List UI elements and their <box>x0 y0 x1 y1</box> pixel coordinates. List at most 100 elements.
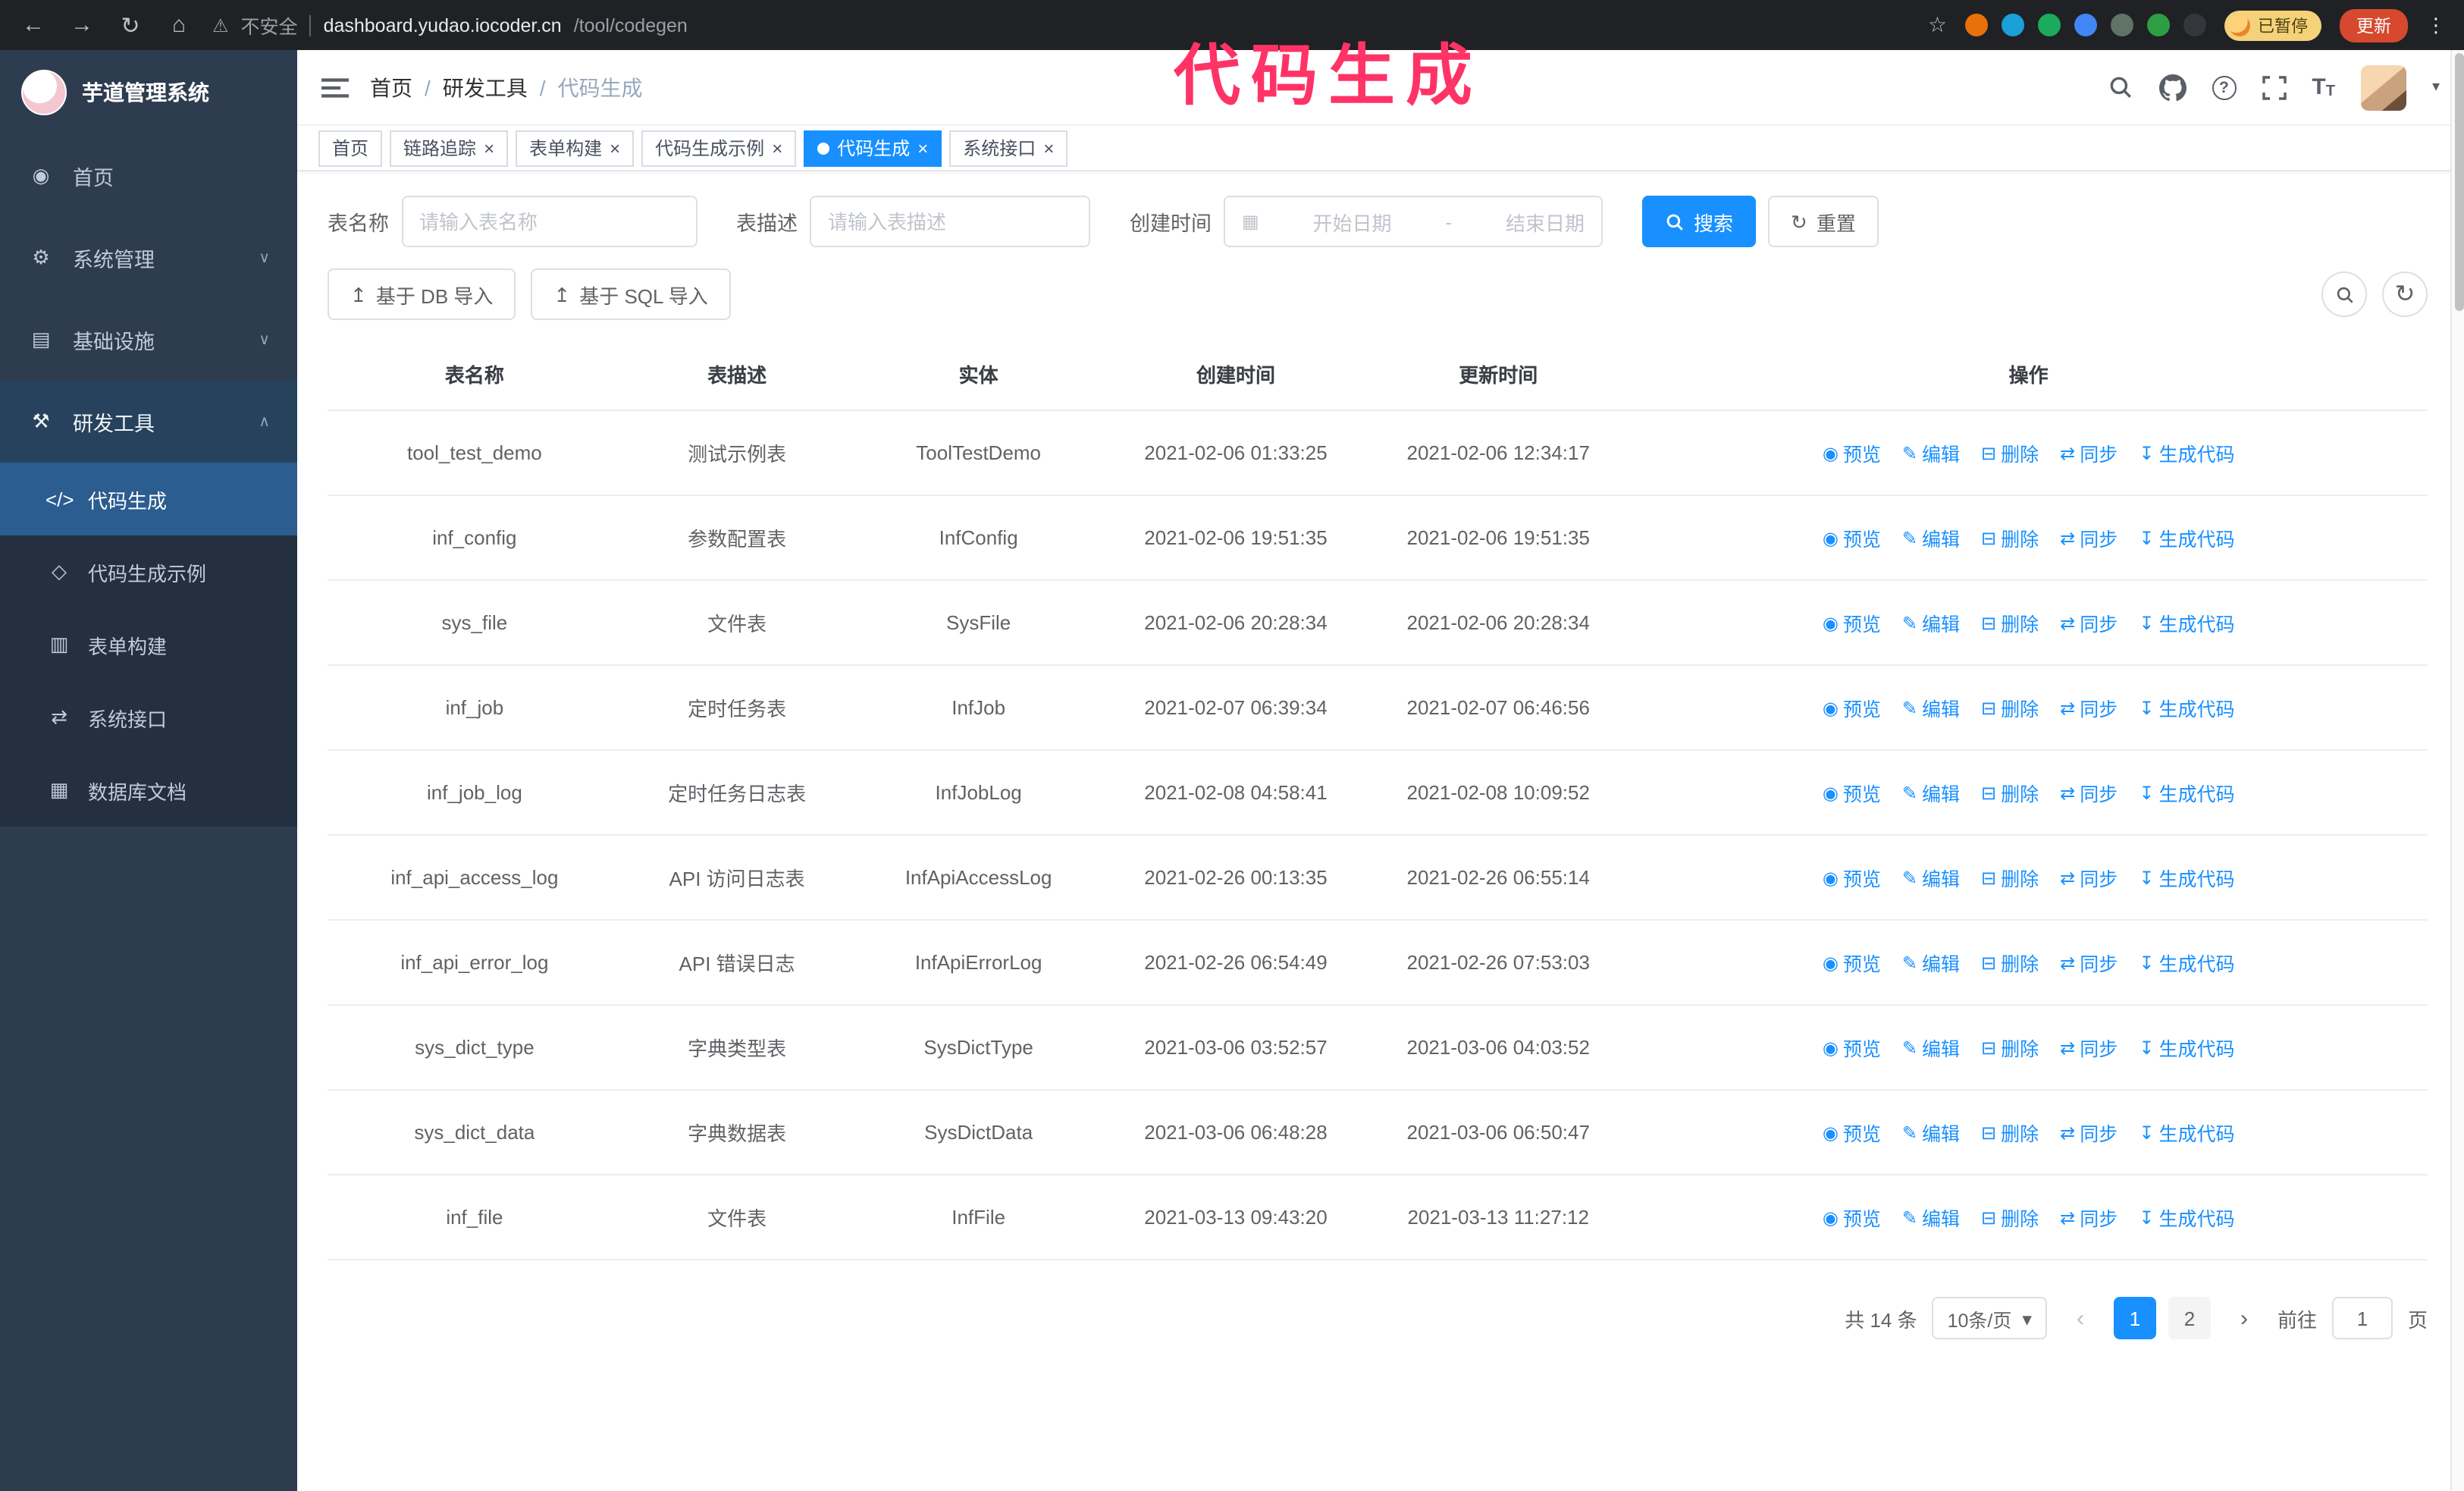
edit-link[interactable]: ✎ 编辑 <box>1902 1033 1960 1062</box>
extension-icon[interactable] <box>2111 14 2133 36</box>
preview-link[interactable]: ◉ 预览 <box>1823 693 1881 722</box>
chrome-update-button[interactable]: 更新 <box>2340 8 2408 42</box>
generate-link[interactable]: ↧ 生成代码 <box>2139 1118 2234 1147</box>
close-icon[interactable]: × <box>772 139 782 157</box>
sync-link[interactable]: ⇄ 同步 <box>2060 948 2118 977</box>
edit-link[interactable]: ✎ 编辑 <box>1902 438 1960 467</box>
font-size-icon[interactable]: TT <box>2312 74 2335 100</box>
help-icon[interactable]: ? <box>2212 75 2237 99</box>
edit-link[interactable]: ✎ 编辑 <box>1902 523 1960 552</box>
preview-link[interactable]: ◉ 预览 <box>1823 948 1881 977</box>
address-bar[interactable]: ⚠ 不安全 dashboard.yudao.iocoder.cn/tool/co… <box>212 11 1910 39</box>
edit-link[interactable]: ✎ 编辑 <box>1902 948 1960 977</box>
breadcrumb-item[interactable]: 首页 <box>370 72 412 102</box>
generate-link[interactable]: ↧ 生成代码 <box>2139 778 2234 807</box>
edit-link[interactable]: ✎ 编辑 <box>1902 693 1960 722</box>
preview-link[interactable]: ◉ 预览 <box>1823 608 1881 637</box>
extension-icon[interactable] <box>1965 14 1988 36</box>
table-refresh-button[interactable]: ↻ <box>2382 272 2428 317</box>
bookmark-star-icon[interactable]: ☆ <box>1928 12 1947 38</box>
delete-link[interactable]: ⊟ 删除 <box>1981 608 2039 637</box>
forward-button[interactable]: → <box>67 10 97 40</box>
delete-link[interactable]: ⊟ 删除 <box>1981 863 2039 892</box>
preview-link[interactable]: ◉ 预览 <box>1823 438 1881 467</box>
preview-link[interactable]: ◉ 预览 <box>1823 778 1881 807</box>
tab-tracing[interactable]: 链路追踪 × <box>390 130 509 166</box>
generate-link[interactable]: ↧ 生成代码 <box>2139 1203 2234 1232</box>
preview-link[interactable]: ◉ 预览 <box>1823 1203 1881 1232</box>
reload-button[interactable]: ↻ <box>115 10 146 40</box>
edit-link[interactable]: ✎ 编辑 <box>1902 1203 1960 1232</box>
tab-codegen[interactable]: 代码生成 × <box>804 130 942 166</box>
chrome-menu-icon[interactable]: ⋮ <box>2426 13 2446 37</box>
date-range-picker[interactable]: ▦ 开始日期 - 结束日期 <box>1224 196 1603 247</box>
delete-link[interactable]: ⊟ 删除 <box>1981 523 2039 552</box>
import-sql-button[interactable]: ↥ 基于 SQL 导入 <box>531 268 731 320</box>
generate-link[interactable]: ↧ 生成代码 <box>2139 438 2234 467</box>
close-icon[interactable]: × <box>917 139 928 157</box>
app-logo[interactable]: 芋道管理系统 <box>0 50 297 135</box>
tab-api[interactable]: 系统接口 × <box>949 130 1068 166</box>
sidebar-item-codegen[interactable]: </> 代码生成 <box>0 463 297 535</box>
import-db-button[interactable]: ↥ 基于 DB 导入 <box>328 268 516 320</box>
table-name-input[interactable] <box>419 210 679 233</box>
sidebar-item-devtools[interactable]: ⚒ 研发工具 ∧ <box>0 381 297 463</box>
preview-link[interactable]: ◉ 预览 <box>1823 1033 1881 1062</box>
extension-icon[interactable] <box>2074 14 2097 36</box>
sidebar-item-infra[interactable]: ▤ 基础设施 ∨ <box>0 299 297 381</box>
extension-icon[interactable] <box>2183 14 2206 36</box>
sync-link[interactable]: ⇄ 同步 <box>2060 608 2118 637</box>
tab-home[interactable]: 首页 <box>318 130 383 166</box>
delete-link[interactable]: ⊟ 删除 <box>1981 438 2039 467</box>
next-page-button[interactable]: › <box>2226 1297 2262 1339</box>
page-size-select[interactable]: 10条/页 ▾ <box>1932 1297 2047 1339</box>
avatar-caret-down-icon[interactable]: ▾ <box>2432 79 2440 96</box>
home-button[interactable]: ⌂ <box>164 10 194 40</box>
close-icon[interactable]: × <box>1043 139 1054 157</box>
generate-link[interactable]: ↧ 生成代码 <box>2139 608 2234 637</box>
delete-link[interactable]: ⊟ 删除 <box>1981 1118 2039 1147</box>
sidebar-item-codegen-demo[interactable]: ◇ 代码生成示例 <box>0 535 297 608</box>
user-avatar[interactable] <box>2360 64 2406 110</box>
edit-link[interactable]: ✎ 编辑 <box>1902 863 1960 892</box>
edit-link[interactable]: ✎ 编辑 <box>1902 1118 1960 1147</box>
sidebar-item-home[interactable]: ◉ 首页 <box>0 135 297 217</box>
hamburger-icon[interactable] <box>321 75 349 99</box>
delete-link[interactable]: ⊟ 删除 <box>1981 948 2039 977</box>
close-icon[interactable]: × <box>610 139 620 157</box>
breadcrumb-item[interactable]: 研发工具 <box>443 72 528 102</box>
search-button[interactable]: 搜索 <box>1642 196 1757 247</box>
sync-paused-badge[interactable]: 已暂停 <box>2224 10 2321 40</box>
page-button-1[interactable]: 1 <box>2113 1297 2156 1339</box>
sync-link[interactable]: ⇄ 同步 <box>2060 523 2118 552</box>
table-search-toggle-button[interactable] <box>2321 272 2367 317</box>
generate-link[interactable]: ↧ 生成代码 <box>2139 1033 2234 1062</box>
tab-form-builder[interactable]: 表单构建 × <box>516 130 635 166</box>
table-desc-input[interactable] <box>828 210 1072 233</box>
preview-link[interactable]: ◉ 预览 <box>1823 523 1881 552</box>
delete-link[interactable]: ⊟ 删除 <box>1981 693 2039 722</box>
generate-link[interactable]: ↧ 生成代码 <box>2139 948 2234 977</box>
generate-link[interactable]: ↧ 生成代码 <box>2139 693 2234 722</box>
sync-link[interactable]: ⇄ 同步 <box>2060 1033 2118 1062</box>
sidebar-item-db-doc[interactable]: ▦ 数据库文档 <box>0 754 297 827</box>
prev-page-button[interactable]: ‹ <box>2062 1297 2099 1339</box>
search-icon[interactable] <box>2107 74 2133 100</box>
page-button-2[interactable]: 2 <box>2168 1297 2211 1339</box>
sidebar-item-api[interactable]: ⇄ 系统接口 <box>0 681 297 754</box>
sync-link[interactable]: ⇄ 同步 <box>2060 693 2118 722</box>
delete-link[interactable]: ⊟ 删除 <box>1981 1203 2039 1232</box>
back-button[interactable]: ← <box>18 10 49 40</box>
extension-icon[interactable] <box>2002 14 2024 36</box>
sidebar-item-form-builder[interactable]: ▥ 表单构建 <box>0 608 297 681</box>
generate-link[interactable]: ↧ 生成代码 <box>2139 863 2234 892</box>
fullscreen-icon[interactable] <box>2262 75 2287 99</box>
goto-page-input[interactable] <box>2331 1297 2393 1339</box>
generate-link[interactable]: ↧ 生成代码 <box>2139 523 2234 552</box>
extension-icon[interactable] <box>2147 14 2170 36</box>
sync-link[interactable]: ⇄ 同步 <box>2060 1118 2118 1147</box>
sync-link[interactable]: ⇄ 同步 <box>2060 438 2118 467</box>
sync-link[interactable]: ⇄ 同步 <box>2060 1203 2118 1232</box>
sync-link[interactable]: ⇄ 同步 <box>2060 778 2118 807</box>
close-icon[interactable]: × <box>484 139 494 157</box>
